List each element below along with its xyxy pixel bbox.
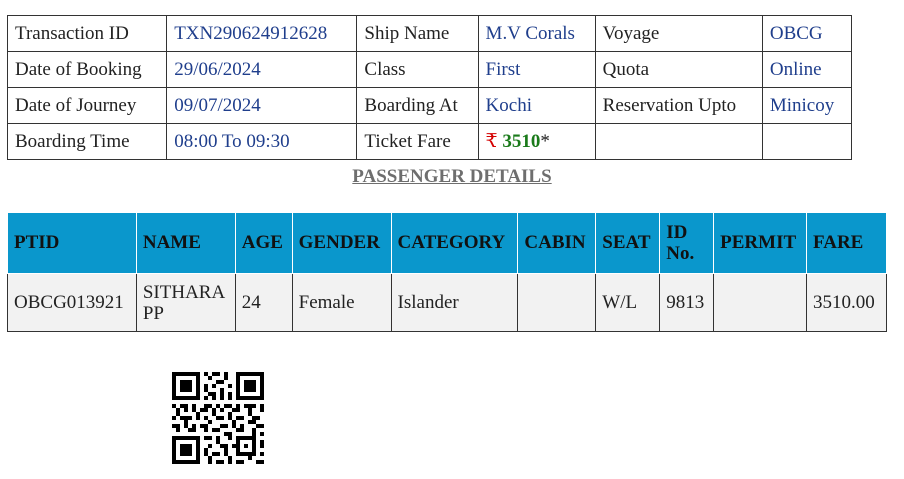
- ticket-fare-amount: 3510: [502, 131, 541, 152]
- cell-cabin: [517, 273, 597, 332]
- ship-name-label: Ship Name: [356, 15, 479, 52]
- qr-code-graphic: [172, 372, 264, 464]
- date-of-booking-value: 29/06/2024: [166, 51, 358, 88]
- reservation-upto-label: Reservation Upto: [594, 87, 763, 124]
- cell-id-no: 9813: [659, 273, 715, 332]
- voyage-label: Voyage: [594, 15, 763, 52]
- ticket-fare-value: ₹ 3510*: [477, 123, 596, 160]
- col-header-permit: PERMIT: [713, 212, 808, 274]
- ship-name-value: M.V Corals: [477, 15, 596, 52]
- col-header-gender: GENDER: [291, 212, 392, 274]
- col-header-ptid: PTID: [7, 212, 137, 274]
- cell-seat: W/L: [595, 273, 661, 332]
- col-header-seat: SEAT: [595, 212, 661, 274]
- info-row: Transaction ID TXN290624912628 Ship Name…: [6, 15, 853, 52]
- info-row: Boarding Time 08:00 To 09:30 Ticket Fare…: [6, 123, 853, 160]
- voyage-value: OBCG: [761, 15, 853, 52]
- passenger-table: PTID NAME AGE GENDER CATEGORY CABIN SEAT…: [7, 212, 887, 332]
- boarding-time-value: 08:00 To 09:30: [166, 123, 358, 160]
- col-header-age: AGE: [234, 212, 293, 274]
- cell-permit: [713, 273, 808, 332]
- col-header-cabin: CABIN: [517, 212, 597, 274]
- ticket-fare-label: Ticket Fare: [356, 123, 479, 160]
- class-label: Class: [356, 51, 479, 88]
- quota-label: Quota: [594, 51, 763, 88]
- cell-name: SITHARA PP: [135, 273, 236, 332]
- date-of-booking-label: Date of Booking: [6, 51, 168, 88]
- info-row: Date of Booking 29/06/2024 Class First Q…: [6, 51, 853, 88]
- quota-value: Online: [761, 51, 853, 88]
- cell-fare: 3510.00: [806, 273, 887, 332]
- qr-code-icon: [172, 372, 264, 464]
- transaction-id-value: TXN290624912628: [166, 15, 358, 52]
- rupee-icon: ₹: [485, 131, 498, 152]
- boarding-at-label: Boarding At: [356, 87, 479, 124]
- info-row: Date of Journey 09/07/2024 Boarding At K…: [6, 87, 853, 124]
- date-of-journey-label: Date of Journey: [6, 87, 168, 124]
- col-header-name: NAME: [135, 212, 236, 274]
- date-of-journey-value: 09/07/2024: [166, 87, 358, 124]
- col-header-fare: FARE: [806, 212, 887, 274]
- boarding-time-label: Boarding Time: [6, 123, 168, 160]
- journey-info-table: Transaction ID TXN290624912628 Ship Name…: [6, 15, 853, 160]
- empty-cell: [594, 123, 763, 160]
- cell-ptid: OBCG013921: [7, 273, 137, 332]
- fare-asterisk: *: [540, 131, 550, 152]
- cell-category: Islander: [390, 273, 519, 332]
- col-header-category: CATEGORY: [390, 212, 519, 274]
- cell-age: 24: [234, 273, 293, 332]
- empty-cell: [761, 123, 853, 160]
- col-header-id-no: ID No.: [659, 212, 715, 274]
- passenger-header-row: PTID NAME AGE GENDER CATEGORY CABIN SEAT…: [7, 212, 887, 274]
- reservation-upto-value: Minicoy: [761, 87, 853, 124]
- boarding-at-value: Kochi: [477, 87, 596, 124]
- cell-gender: Female: [291, 273, 392, 332]
- class-value: First: [477, 51, 596, 88]
- transaction-id-label: Transaction ID: [6, 15, 168, 52]
- table-row: OBCG013921 SITHARA PP 24 Female Islander…: [7, 273, 887, 332]
- passenger-details-heading: PASSENGER DETAILS: [352, 166, 552, 187]
